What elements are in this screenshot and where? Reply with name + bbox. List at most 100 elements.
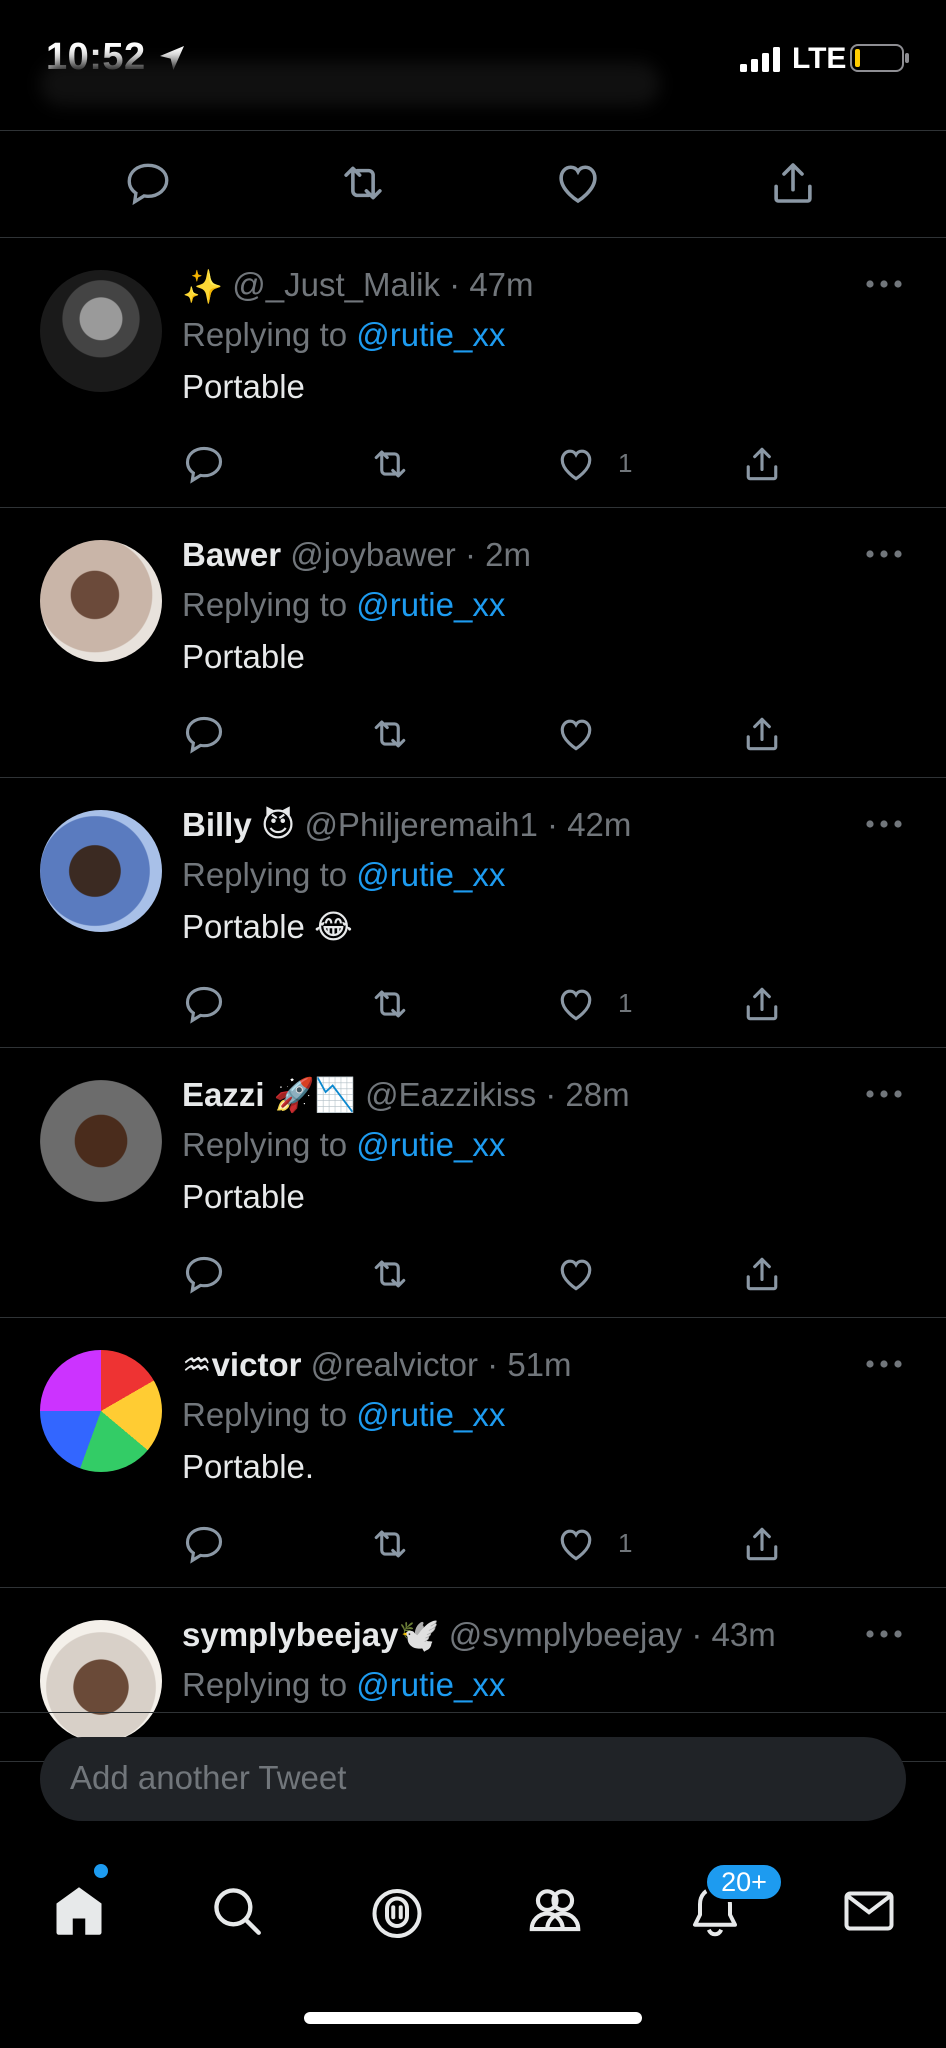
avatar[interactable] — [40, 1080, 162, 1202]
parent-tweet-actions — [0, 130, 946, 238]
separator-dot: · — [478, 1346, 508, 1383]
user-handle[interactable]: @realvictor — [311, 1346, 478, 1383]
messages-icon[interactable] — [834, 1876, 904, 1946]
replying-to: Replying to @rutie_xx — [182, 1122, 505, 1168]
display-name[interactable]: symplybeejay🕊️ — [182, 1616, 440, 1653]
tweet-header: Eazzi 🚀📉 @Eazzikiss · 28m — [182, 1072, 630, 1118]
blurred-header — [40, 62, 660, 106]
more-options-icon[interactable] — [862, 544, 906, 564]
like-count: 1 — [618, 1528, 633, 1558]
avatar[interactable] — [40, 810, 162, 932]
replying-to: Replying to @rutie_xx — [182, 1662, 505, 1708]
display-name[interactable]: Billy 😈 — [182, 806, 295, 843]
replying-label: Replying to — [182, 1666, 348, 1703]
display-name[interactable]: Eazzi 🚀📉 — [182, 1076, 356, 1113]
display-name[interactable]: Bawer — [182, 536, 281, 573]
reply-icon[interactable] — [182, 712, 226, 756]
mention-link[interactable]: @rutie_xx — [356, 1666, 505, 1703]
retweet-icon[interactable] — [368, 442, 412, 486]
tweet-reply[interactable]: Eazzi 🚀📉 @Eazzikiss · 28m Replying to @ru… — [0, 1048, 946, 1318]
separator-dot: · — [537, 806, 568, 843]
reply-icon[interactable] — [182, 442, 226, 486]
avatar[interactable] — [40, 540, 162, 662]
share-icon[interactable] — [740, 982, 784, 1026]
replying-label: Replying to — [182, 586, 348, 623]
replying-label: Replying to — [182, 1126, 348, 1163]
separator-dot: · — [682, 1616, 712, 1653]
spaces-icon[interactable] — [362, 1876, 432, 1946]
reply-icon[interactable] — [182, 1522, 226, 1566]
tweet-reply[interactable]: ✨ @_Just_Malik · 47m Replying to @rutie_x… — [0, 238, 946, 508]
more-options-icon[interactable] — [862, 814, 906, 834]
mention-link[interactable]: @rutie_xx — [356, 316, 505, 353]
like-icon[interactable] — [554, 712, 598, 756]
tweet-text: Portable — [182, 368, 305, 405]
replying-label: Replying to — [182, 1396, 348, 1433]
reply-icon[interactable] — [182, 982, 226, 1026]
mention-link[interactable]: @rutie_xx — [356, 1126, 505, 1163]
tweet-header: ♒victor @realvictor · 51m — [182, 1342, 572, 1388]
compose-bar: Add another Tweet — [0, 1712, 946, 1842]
more-options-icon[interactable] — [862, 1624, 906, 1644]
battery-icon — [850, 44, 909, 72]
mention-link[interactable]: @rutie_xx — [356, 1396, 505, 1433]
more-options-icon[interactable] — [862, 1084, 906, 1104]
user-handle[interactable]: @Philjeremaih1 — [304, 806, 537, 843]
tweet-text: Portable 😂 — [182, 908, 353, 945]
tweet-text: Portable — [182, 638, 305, 675]
retweet-icon[interactable] — [368, 1522, 412, 1566]
tweet-time: 2m — [485, 536, 531, 573]
user-handle[interactable]: @_Just_Malik — [232, 266, 440, 303]
more-options-icon[interactable] — [862, 1354, 906, 1374]
user-handle[interactable]: @symplybeejay — [449, 1616, 682, 1653]
like-icon[interactable] — [554, 442, 598, 486]
like-icon[interactable] — [554, 982, 598, 1026]
share-icon[interactable] — [740, 1522, 784, 1566]
retweet-icon[interactable] — [368, 982, 412, 1026]
like-icon[interactable] — [550, 155, 606, 211]
share-icon[interactable] — [740, 442, 784, 486]
tweet-reply[interactable]: ♒victor @realvictor · 51m Replying to @ru… — [0, 1318, 946, 1588]
tweet-reply[interactable]: Bawer @joybawer · 2m Replying to @rutie_x… — [0, 508, 946, 778]
tweet-text: Portable — [182, 1178, 305, 1215]
mention-link[interactable]: @rutie_xx — [356, 856, 505, 893]
tab-bar: 20+ — [0, 1842, 946, 2048]
separator-dot: · — [536, 1076, 566, 1113]
communities-icon[interactable] — [520, 1876, 590, 1946]
like-icon[interactable] — [554, 1252, 598, 1296]
like-count: 1 — [618, 448, 633, 478]
tweet-time: 43m — [711, 1616, 776, 1653]
replying-to: Replying to @rutie_xx — [182, 582, 505, 628]
avatar[interactable] — [40, 1350, 162, 1472]
home-icon[interactable] — [44, 1876, 114, 1946]
mention-link[interactable]: @rutie_xx — [356, 586, 505, 623]
add-tweet-input[interactable]: Add another Tweet — [40, 1737, 906, 1821]
tweet-text: Portable. — [182, 1448, 315, 1485]
user-handle[interactable]: @joybawer — [290, 536, 456, 573]
compose-placeholder: Add another Tweet — [70, 1759, 347, 1796]
like-icon[interactable] — [554, 1522, 598, 1566]
search-icon[interactable] — [202, 1876, 272, 1946]
reply-icon[interactable] — [182, 1252, 226, 1296]
display-name[interactable]: ♒victor — [182, 1346, 301, 1383]
status-bar: 10:52 LTE — [0, 0, 946, 118]
replying-to: Replying to @rutie_xx — [182, 852, 505, 898]
user-handle[interactable]: @Eazzikiss — [365, 1076, 536, 1113]
retweet-icon[interactable] — [335, 155, 391, 211]
tweet-reply[interactable]: Billy 😈 @Philjeremaih1 · 42m Replying to … — [0, 778, 946, 1048]
tweet-time: 47m — [469, 266, 534, 303]
avatar[interactable] — [40, 270, 162, 392]
share-icon[interactable] — [740, 1252, 784, 1296]
retweet-icon[interactable] — [368, 1252, 412, 1296]
tweet-header: ✨ @_Just_Malik · 47m — [182, 262, 534, 310]
retweet-icon[interactable] — [368, 712, 412, 756]
tweet-time: 28m — [565, 1076, 630, 1113]
replying-to: Replying to @rutie_xx — [182, 1392, 505, 1438]
share-icon[interactable] — [765, 155, 821, 211]
more-options-icon[interactable] — [862, 274, 906, 294]
replying-to: Replying to @rutie_xx — [182, 312, 505, 358]
home-unread-dot — [94, 1864, 108, 1878]
reply-icon[interactable] — [120, 155, 176, 211]
share-icon[interactable] — [740, 712, 784, 756]
tweet-header: symplybeejay🕊️ @symplybeejay · 43m — [182, 1612, 776, 1658]
